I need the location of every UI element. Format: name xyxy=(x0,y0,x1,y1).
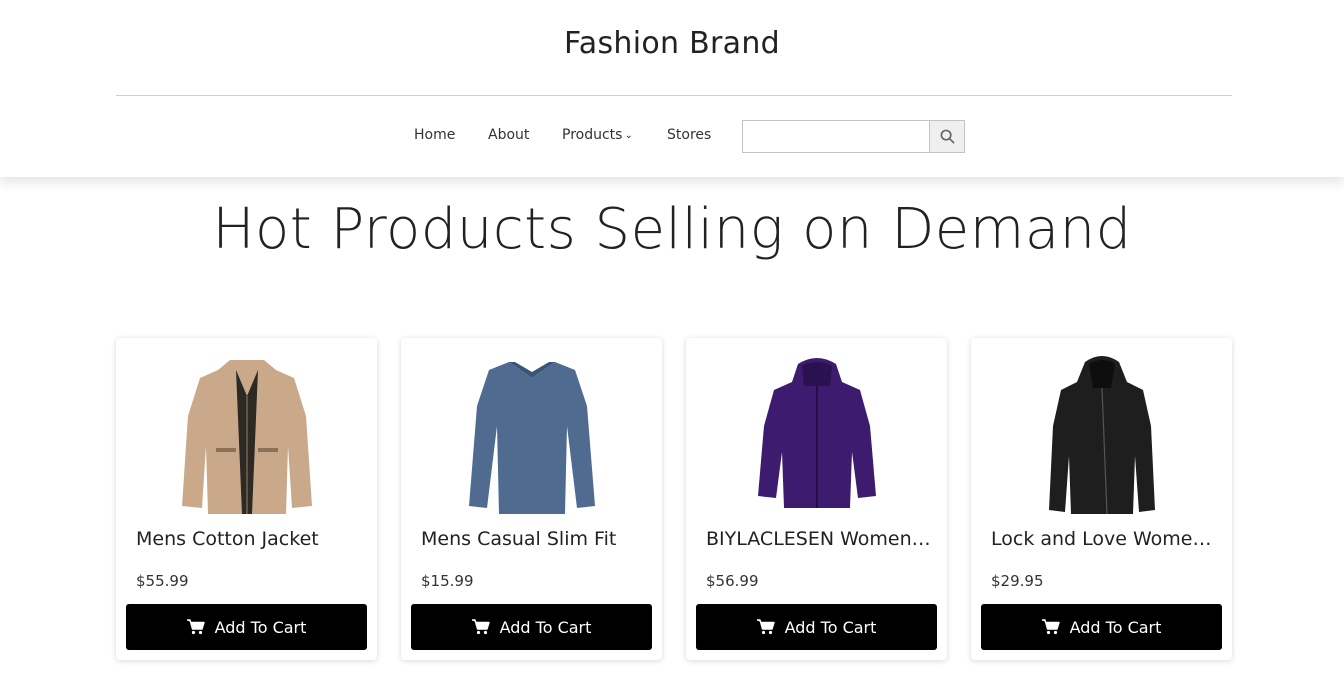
product-name[interactable]: Lock and Love Women's Removable Hooded F… xyxy=(991,528,1216,550)
product-card: BIYLACLESEN Women's 3-in-1 Snowboard Jac… xyxy=(686,338,947,660)
cart-icon xyxy=(186,619,205,635)
product-price: $15.99 xyxy=(421,572,474,590)
site-header: Fashion Brand Home About Products ⌄ Store… xyxy=(0,0,1344,177)
search-input[interactable] xyxy=(742,120,930,153)
add-to-cart-label: Add To Cart xyxy=(784,617,877,637)
coat-image xyxy=(757,358,876,508)
main-nav: Home About Products ⌄ Stores xyxy=(0,120,1344,153)
product-image[interactable] xyxy=(686,356,947,516)
product-price: $56.99 xyxy=(706,572,759,590)
product-shape xyxy=(468,362,595,514)
leather-jacket-image xyxy=(1048,356,1155,515)
nav-stores[interactable]: Stores xyxy=(667,127,711,143)
search-icon xyxy=(940,129,954,144)
add-to-cart-label: Add To Cart xyxy=(499,617,592,637)
cart-icon xyxy=(756,619,775,635)
product-name[interactable]: Mens Casual Slim Fit xyxy=(421,528,646,550)
add-to-cart-label: Add To Cart xyxy=(1069,617,1162,637)
nav-products-label: Products xyxy=(562,127,623,143)
header-divider xyxy=(116,95,1232,96)
product-price: $55.99 xyxy=(136,572,189,590)
add-to-cart-label: Add To Cart xyxy=(214,617,307,637)
product-card: Mens Casual Slim Fit $15.99 Add To Cart xyxy=(401,338,662,660)
brand-logo[interactable]: Fashion Brand xyxy=(0,26,1344,61)
product-card: Mens Cotton Jacket $55.99 Add To Cart xyxy=(116,338,377,660)
product-card: Lock and Love Women's Removable Hooded F… xyxy=(971,338,1232,660)
section-title: Hot Products Selling on Demand xyxy=(212,197,1132,262)
product-name[interactable]: BIYLACLESEN Women's 3-in-1 Snowboard Jac… xyxy=(706,528,931,550)
nav-about[interactable]: About xyxy=(488,127,529,143)
product-image[interactable] xyxy=(116,356,377,516)
product-image[interactable] xyxy=(401,356,662,516)
add-to-cart-button[interactable]: Add To Cart xyxy=(411,604,652,650)
add-to-cart-button[interactable]: Add To Cart xyxy=(696,604,937,650)
product-name[interactable]: Mens Cotton Jacket xyxy=(136,528,361,550)
product-image[interactable] xyxy=(971,356,1232,516)
cart-icon xyxy=(471,619,490,635)
cart-icon xyxy=(1041,619,1060,635)
product-price: $29.95 xyxy=(991,572,1044,590)
nav-products[interactable]: Products ⌄ xyxy=(562,127,633,143)
jacket-image xyxy=(181,360,312,514)
chevron-down-icon: ⌄ xyxy=(624,130,633,141)
shirt-image xyxy=(468,362,595,514)
add-to-cart-button[interactable]: Add To Cart xyxy=(981,604,1222,650)
nav-home[interactable]: Home xyxy=(414,127,455,143)
add-to-cart-button[interactable]: Add To Cart xyxy=(126,604,367,650)
search-button[interactable] xyxy=(929,120,965,153)
